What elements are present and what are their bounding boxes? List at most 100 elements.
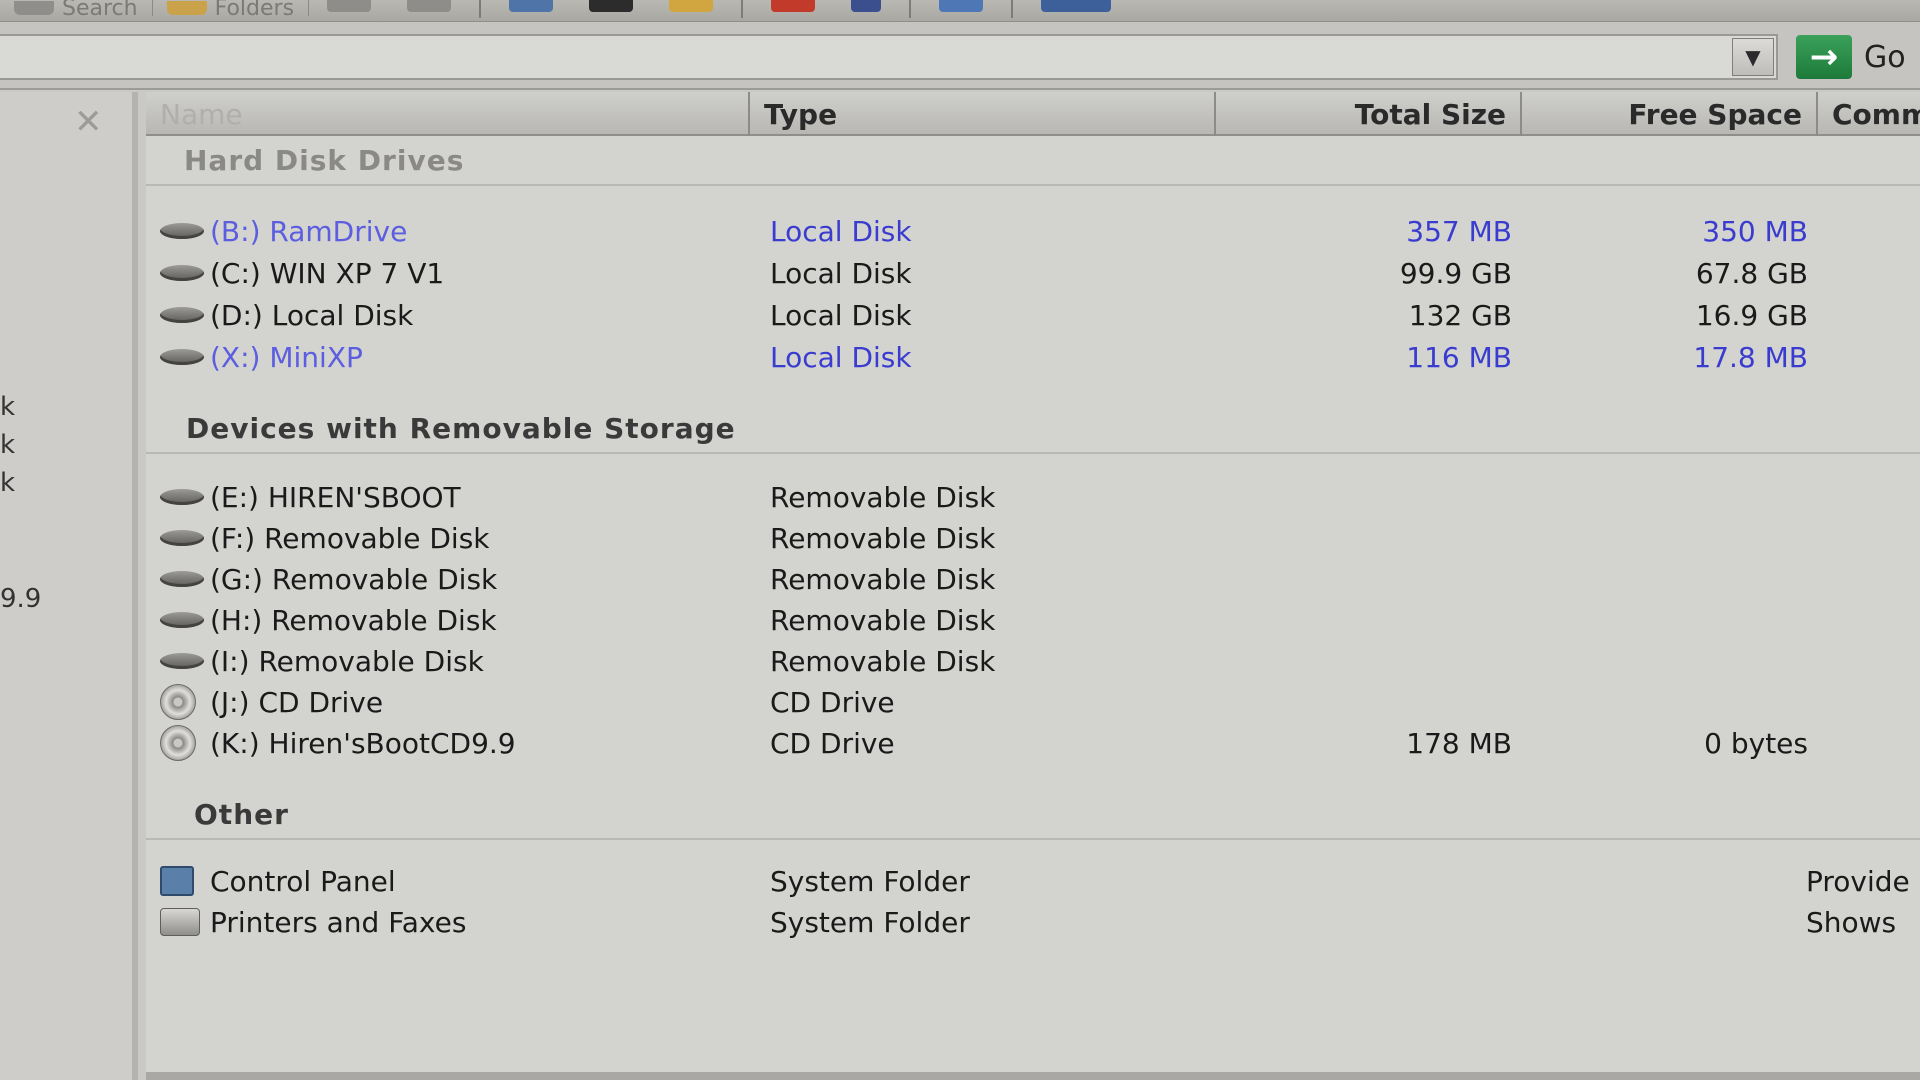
address-dropdown-button[interactable]: ▼ (1732, 38, 1774, 76)
go-button-label: Go (1864, 39, 1906, 75)
toolbar-separator (741, 0, 744, 18)
item-type: System Folder (770, 905, 970, 939)
list-item[interactable]: (K:) Hiren'sBootCD9.9 CD Drive 178 MB 0 … (146, 724, 1920, 762)
folders-pane: ✕ k k k 9.9 (0, 92, 138, 1080)
list-item[interactable]: (C:) WIN XP 7 V1 Local Disk 99.9 GB 67.8… (146, 254, 1920, 292)
cd-drive-icon (160, 684, 196, 720)
folder-options-icon[interactable] (669, 0, 714, 12)
toolbar-separator (479, 0, 482, 18)
group-divider (146, 184, 1920, 186)
drive-type: Local Disk (770, 256, 912, 290)
drive-free-space: 350 MB (1702, 214, 1808, 248)
drive-name: (B:) RamDrive (210, 214, 408, 248)
removable-drive-icon (160, 612, 204, 628)
go-button[interactable]: → Go (1796, 32, 1920, 82)
drive-type: Removable Disk (770, 480, 996, 514)
drive-free-space: 67.8 GB (1695, 256, 1808, 290)
drive-type: Local Disk (770, 214, 912, 248)
list-item[interactable]: (X:) MiniXP Local Disk 116 MB 17.8 MB (146, 338, 1920, 376)
list-item[interactable]: Control Panel System Folder Provide (146, 862, 1920, 900)
hard-drive-icon (160, 223, 204, 239)
list-item[interactable]: (J:) CD Drive CD Drive (146, 683, 1920, 721)
folders-pane-item[interactable]: k (0, 468, 15, 498)
drive-name: (E:) HIREN'SBOOT (210, 480, 461, 514)
column-header-comments[interactable]: Comme (1818, 92, 1920, 136)
column-header-total-size[interactable]: Total Size (1216, 92, 1522, 136)
copy-to-icon[interactable] (407, 0, 452, 12)
drive-type: Removable Disk (770, 521, 996, 555)
chevron-down-icon: ▼ (1745, 45, 1761, 69)
drive-name: (J:) CD Drive (210, 685, 384, 719)
list-item[interactable]: (D:) Local Disk Local Disk 132 GB 16.9 G… (146, 296, 1920, 334)
drive-name: (D:) Local Disk (210, 298, 414, 332)
control-panel-icon (160, 866, 194, 896)
folders-pane-item[interactable]: k (0, 392, 15, 422)
toolbar: Search Folders (0, 0, 1920, 22)
hard-drive-icon (160, 349, 204, 365)
drive-name: (G:) Removable Disk (210, 562, 498, 596)
drive-free-space: 0 bytes (1704, 726, 1808, 760)
drive-name: (F:) Removable Disk (210, 521, 490, 555)
list-item[interactable]: (H:) Removable Disk Removable Disk (146, 601, 1920, 639)
drive-free-space: 16.9 GB (1695, 298, 1808, 332)
find-icon[interactable] (589, 0, 634, 12)
address-bar: ▼ → Go (0, 22, 1920, 90)
close-pane-icon[interactable]: ✕ (74, 102, 103, 142)
views-icon[interactable] (1041, 0, 1112, 12)
address-input[interactable]: ▼ (0, 34, 1778, 80)
removable-drive-icon (160, 489, 204, 505)
drive-free-space: 17.8 MB (1693, 340, 1808, 374)
view-icon[interactable] (509, 0, 554, 12)
list-item[interactable]: Printers and Faxes System Folder Shows (146, 903, 1920, 941)
list-item[interactable]: (B:) RamDrive Local Disk 357 MB 350 MB (146, 212, 1920, 250)
removable-drive-icon (160, 653, 204, 669)
removable-drive-icon (160, 530, 204, 546)
drive-total-size: 357 MB (1406, 214, 1512, 248)
search-button[interactable]: Search (0, 0, 153, 21)
undo-icon[interactable] (851, 0, 882, 12)
drive-type: CD Drive (770, 685, 895, 719)
search-button-label: Search (62, 0, 138, 21)
column-header-type[interactable]: Type (750, 92, 1216, 136)
folders-icon (166, 1, 207, 15)
removable-drive-icon (160, 571, 204, 587)
list-item[interactable]: (E:) HIREN'SBOOT Removable Disk (146, 478, 1920, 516)
group-title-removable-storage: Devices with Removable Storage (186, 412, 736, 445)
group-title-other: Other (194, 798, 289, 831)
drive-name: (K:) Hiren'sBootCD9.9 (210, 726, 516, 760)
drive-name: (X:) MiniXP (210, 340, 363, 374)
list-item[interactable]: (G:) Removable Disk Removable Disk (146, 560, 1920, 598)
item-name: Control Panel (210, 864, 396, 898)
list-item[interactable]: (F:) Removable Disk Removable Disk (146, 519, 1920, 557)
file-list-view: Name Type Total Size Free Space Comme Ha… (146, 92, 1920, 1080)
item-type: System Folder (770, 864, 970, 898)
group-divider (146, 452, 1920, 454)
drive-total-size: 178 MB (1406, 726, 1512, 760)
folders-button[interactable]: Folders (153, 0, 310, 21)
drive-type: Local Disk (770, 340, 912, 374)
drive-name: (I:) Removable Disk (210, 644, 484, 678)
folders-pane-item[interactable]: k (0, 430, 15, 460)
search-icon (14, 1, 54, 15)
folders-pane-item[interactable]: 9.9 (0, 584, 41, 614)
drive-type: Local Disk (770, 298, 912, 332)
drive-type: CD Drive (770, 726, 895, 760)
item-comment: Shows (1806, 905, 1897, 939)
drive-name: (C:) WIN XP 7 V1 (210, 256, 445, 290)
delete-icon[interactable] (771, 0, 816, 12)
group-title-hard-disk-drives: Hard Disk Drives (184, 144, 465, 177)
move-to-icon[interactable] (327, 0, 372, 12)
drive-type: Removable Disk (770, 603, 996, 637)
item-name: Printers and Faxes (210, 905, 467, 939)
column-header-free-space[interactable]: Free Space (1522, 92, 1818, 136)
hard-drive-icon (160, 307, 204, 323)
toolbar-separator (909, 0, 912, 18)
column-header-name[interactable]: Name (146, 92, 750, 136)
properties-icon[interactable] (939, 0, 984, 12)
window-bottom-edge (146, 1072, 1920, 1080)
folders-button-label: Folders (214, 0, 295, 21)
column-header: Name Type Total Size Free Space Comme (146, 92, 1920, 136)
cd-drive-icon (160, 725, 196, 761)
drive-type: Removable Disk (770, 644, 996, 678)
list-item[interactable]: (I:) Removable Disk Removable Disk (146, 642, 1920, 680)
